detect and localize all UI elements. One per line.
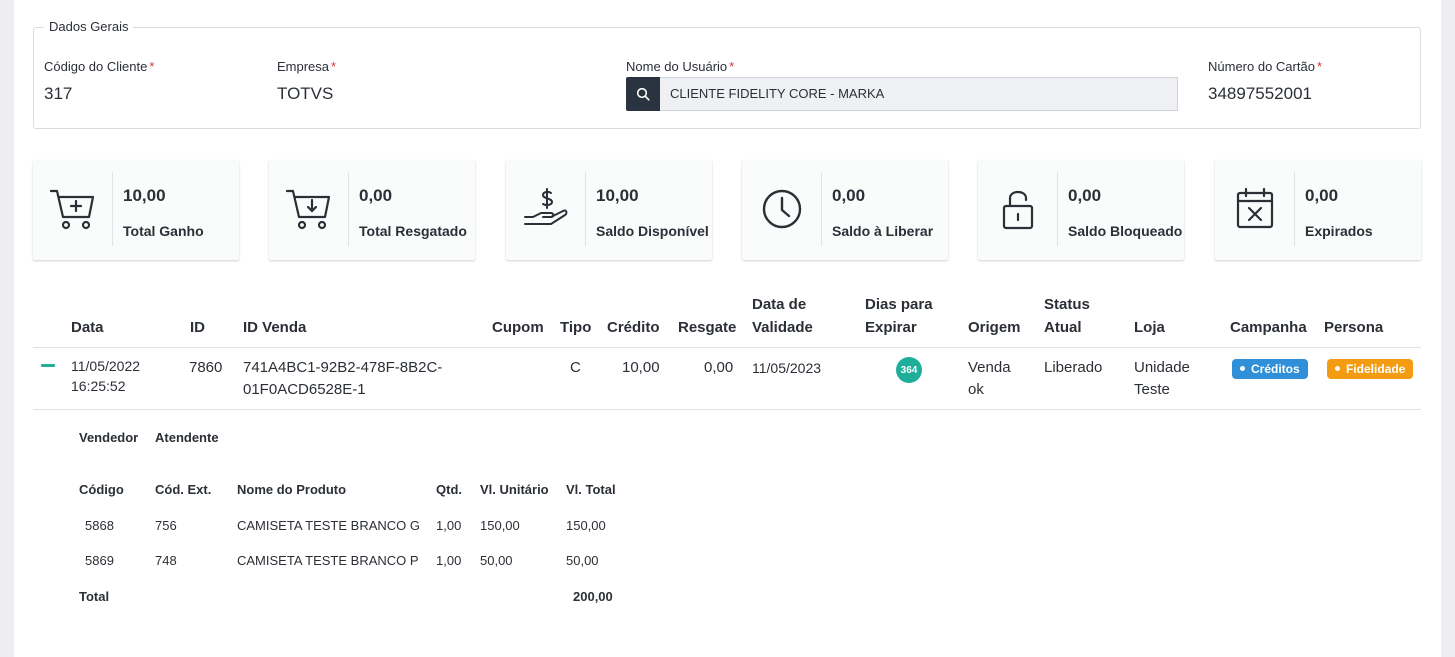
products-header-nome: Nome do Produto xyxy=(237,482,347,497)
products-header-codigo: Código xyxy=(79,482,124,497)
product-qtd: 1,00 xyxy=(436,553,462,568)
clock-icon xyxy=(762,189,801,229)
numero-cartao-label: Número do Cartão * xyxy=(1208,59,1323,74)
cell-resgate: 0,00 xyxy=(704,359,734,376)
product-cod-ext: 756 xyxy=(155,518,177,533)
empresa-field: Empresa * TOTVS xyxy=(277,59,336,104)
products-header-vl-unit: Vl. Unitário xyxy=(480,482,549,497)
card-label: Total Ganho xyxy=(123,223,204,239)
total-label: Total xyxy=(79,589,110,604)
header-status-atual[interactable]: Status Atual xyxy=(1044,293,1090,339)
header-id[interactable]: ID xyxy=(190,316,205,339)
nome-usuario-lookup: CLIENTE FIDELITY CORE - MARKA xyxy=(626,77,1178,111)
campanha-badge: Créditos xyxy=(1232,359,1308,379)
nome-usuario-input[interactable]: CLIENTE FIDELITY CORE - MARKA xyxy=(660,77,1178,111)
header-resgate[interactable]: Resgate xyxy=(678,316,736,339)
numero-cartao-field: Número do Cartão * 34897552001 xyxy=(1208,59,1322,104)
card-label: Saldo Disponível xyxy=(596,223,709,239)
codigo-cliente-field: Código do Cliente * 317 xyxy=(44,59,154,104)
card-expirados: 0,00 Expirados xyxy=(1215,160,1421,260)
codigo-cliente-label: Código do Cliente * xyxy=(44,59,155,74)
nome-usuario-label: Nome do Usuário * xyxy=(626,59,735,74)
header-data[interactable]: Data xyxy=(71,316,104,339)
card-value: 0,00 xyxy=(359,186,393,205)
card-total-ganho: 10,00 Total Ganho xyxy=(33,160,239,260)
card-label: Expirados xyxy=(1305,223,1373,239)
page-content: Dados Gerais Código do Cliente * 317 Empr… xyxy=(14,0,1441,657)
product-qtd: 1,00 xyxy=(436,518,462,533)
header-credito[interactable]: Crédito xyxy=(607,316,660,339)
product-codigo: 5868 xyxy=(85,518,114,533)
cart-download-icon xyxy=(285,189,330,230)
header-cupom[interactable]: Cupom xyxy=(492,316,544,339)
header-loja[interactable]: Loja xyxy=(1134,316,1165,339)
cell-loja: Unidade Teste xyxy=(1134,359,1190,398)
products-header-cod-ext: Cód. Ext. xyxy=(155,482,212,497)
empresa-label: Empresa * xyxy=(277,59,337,74)
cell-origem: Venda ok xyxy=(968,359,1011,398)
product-cod-ext: 748 xyxy=(155,553,177,568)
product-vl-total: 150,00 xyxy=(566,518,606,533)
card-label: Saldo Bloqueado xyxy=(1068,223,1183,239)
row-divider xyxy=(33,409,1421,410)
card-label: Saldo à Liberar xyxy=(832,223,934,239)
product-codigo: 5869 xyxy=(85,553,114,568)
hand-dollar-icon xyxy=(523,188,567,225)
card-saldo-liberar: 0,00 Saldo à Liberar xyxy=(742,160,948,260)
card-value: 0,00 xyxy=(1305,186,1339,205)
numero-cartao-value: 34897552001 xyxy=(1208,84,1313,103)
card-saldo-disponivel: 10,00 Saldo Disponível xyxy=(506,160,712,260)
dias-expirar-badge: 364 xyxy=(896,357,922,383)
header-id-venda[interactable]: ID Venda xyxy=(243,316,306,339)
cell-status: Liberado xyxy=(1044,359,1103,376)
card-value: 10,00 xyxy=(596,186,639,205)
card-total-resgatado: 0,00 Total Resgatado xyxy=(269,160,475,260)
header-dias-expirar[interactable]: Dias para Expirar xyxy=(865,293,933,339)
product-vl-unit: 150,00 xyxy=(480,518,520,533)
card-value: 0,00 xyxy=(832,186,866,205)
empresa-value: TOTVS xyxy=(277,84,334,103)
header-tipo[interactable]: Tipo xyxy=(560,316,591,339)
card-value: 10,00 xyxy=(123,186,166,205)
nome-usuario-field: Nome do Usuário * CLIENTE FIDELITY CORE -… xyxy=(626,59,1186,111)
total-value: 200,00 xyxy=(573,589,613,604)
cell-data: 11/05/2022 16:25:52 xyxy=(71,358,141,394)
section-legend: Dados Gerais xyxy=(44,19,134,34)
header-divider xyxy=(33,347,1421,348)
persona-badge: Fidelidade xyxy=(1327,359,1414,379)
collapse-row-icon[interactable] xyxy=(41,364,55,367)
cell-id-venda: 741A4BC1-92B2-478F-8B2C- 01F0ACD6528E-1 xyxy=(243,359,443,398)
product-nome: CAMISETA TESTE BRANCO G xyxy=(237,518,420,533)
product-vl-unit: 50,00 xyxy=(480,553,513,568)
product-nome: CAMISETA TESTE BRANCO P xyxy=(237,553,419,568)
card-label: Total Resgatado xyxy=(359,223,467,239)
atendente-label: Atendente xyxy=(155,430,219,445)
cart-plus-icon xyxy=(49,189,94,230)
product-vl-total: 50,00 xyxy=(566,553,599,568)
cell-id: 7860 xyxy=(189,359,223,376)
codigo-cliente-value: 317 xyxy=(44,84,73,103)
cell-tipo: C xyxy=(570,359,581,376)
header-persona[interactable]: Persona xyxy=(1324,316,1383,339)
header-campanha[interactable]: Campanha xyxy=(1230,316,1307,339)
search-button[interactable] xyxy=(626,77,660,111)
header-origem[interactable]: Origem xyxy=(968,316,1021,339)
cell-credito: 10,00 xyxy=(622,359,660,376)
dados-gerais-section: Dados Gerais Código do Cliente * 317 Empr… xyxy=(33,19,1421,129)
card-saldo-bloqueado: 0,00 Saldo Bloqueado xyxy=(978,160,1184,260)
products-header-vl-total: Vl. Total xyxy=(566,482,616,497)
header-data-validade[interactable]: Data de Validade xyxy=(752,293,813,339)
vendedor-label: Vendedor xyxy=(79,430,139,445)
card-value: 0,00 xyxy=(1068,186,1102,205)
cell-data-validade: 11/05/2023 xyxy=(752,360,822,376)
search-icon xyxy=(636,87,650,101)
lock-open-icon xyxy=(1002,190,1033,230)
calendar-x-icon xyxy=(1236,187,1273,229)
products-header-qtd: Qtd. xyxy=(436,482,462,497)
